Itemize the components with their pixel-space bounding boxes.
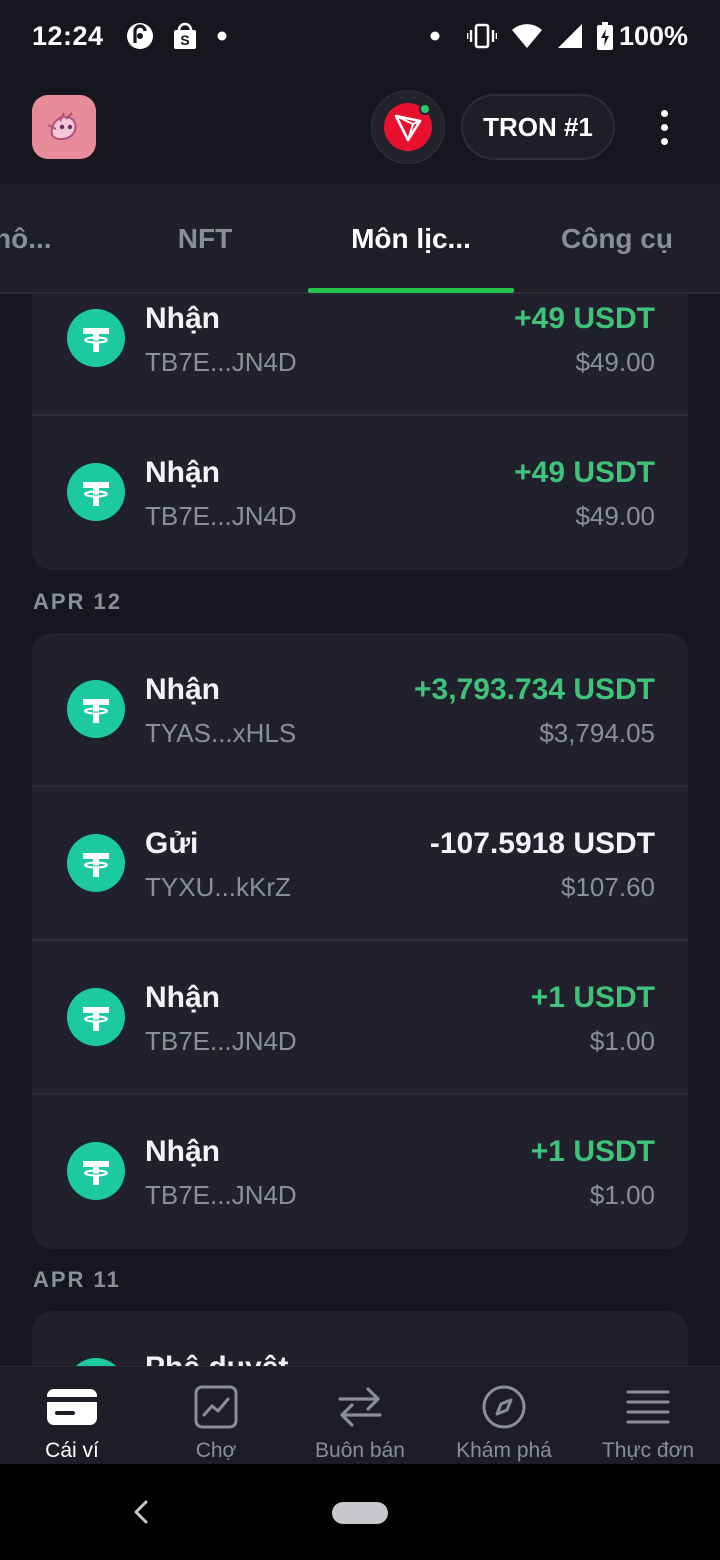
transaction-row[interactable]: Nhận TB7E...JN4D +1 USDT $1.00	[32, 941, 688, 1095]
transaction-address: TB7E...JN4D	[145, 1026, 297, 1056]
transaction-amount: +49 USDT	[514, 456, 655, 489]
transaction-address: TB7E...JN4D	[145, 1180, 297, 1210]
nav-label: Chợ	[195, 1439, 237, 1462]
tab-history[interactable]: Môn lịc...	[308, 184, 514, 294]
transaction-row[interactable]: Nhận TB7E...JN4D +1 USDT $1.00	[32, 1095, 688, 1249]
transaction-type: Phê duyệt	[145, 1351, 288, 1366]
transaction-amount: +1 USDT	[530, 1135, 655, 1168]
swap-arrows-icon	[336, 1385, 384, 1429]
battery-level: 100%	[618, 20, 688, 51]
wallet-tabs: hô... NFT Môn lịc... Công cụ	[0, 184, 720, 294]
nav-label: Thực đơn	[601, 1439, 695, 1462]
signal-icon	[557, 23, 583, 49]
transaction-amount: +1 USDT	[530, 981, 655, 1014]
transaction-fiat-value: $1.00	[589, 1026, 655, 1056]
connected-status-dot	[419, 103, 431, 115]
date-header: APR 12	[33, 589, 123, 614]
tether-usdt-icon	[67, 988, 125, 1046]
date-header: APR 11	[33, 1267, 121, 1292]
nav-label: Buôn bán	[315, 1439, 405, 1462]
app-header: TRON #1	[0, 82, 720, 174]
home-pill-icon[interactable]	[332, 1502, 388, 1524]
transaction-type: Gửi	[145, 827, 199, 860]
nav-trade[interactable]: Buôn bán	[288, 1367, 432, 1465]
transaction-group-card: Phê duyệt	[32, 1311, 688, 1366]
transaction-row[interactable]: Nhận TYAS...xHLS +3,793.734 USDT $3,794.…	[32, 633, 688, 787]
tab-tokens[interactable]: hô...	[0, 184, 64, 294]
bottom-navigation: Cái ví Chợ Buôn bán Khám phá Thực đơn	[0, 1366, 720, 1464]
nav-label: Khám phá	[456, 1439, 552, 1462]
transaction-type: Nhận	[145, 1135, 220, 1168]
transaction-fiat-value: $49.00	[575, 501, 655, 531]
status-bar: 12:24 S 4 100%	[0, 0, 720, 72]
tether-usdt-icon	[67, 309, 125, 367]
transaction-fiat-value: $1.00	[589, 1180, 655, 1210]
shopping-bag-icon: S	[172, 22, 198, 50]
nav-market[interactable]: Chợ	[144, 1367, 288, 1465]
more-vertical-icon[interactable]	[648, 102, 680, 152]
transaction-fiat-value: $107.60	[561, 872, 655, 902]
back-chevron-icon[interactable]	[126, 1494, 156, 1530]
transaction-address: TYAS...xHLS	[145, 718, 297, 748]
status-time: 12:24	[32, 20, 104, 51]
account-avatar-icon[interactable]	[32, 95, 96, 159]
tether-usdt-icon	[67, 834, 125, 892]
transaction-address: TYXU...kKrZ	[145, 872, 291, 902]
transaction-type: Nhận	[145, 456, 220, 489]
transaction-amount: -107.5918 USDT	[429, 827, 655, 860]
tether-usdt-icon	[67, 1142, 125, 1200]
market-chart-icon	[194, 1385, 238, 1429]
battery-charging-icon	[596, 22, 613, 50]
transaction-type: Nhận	[145, 302, 220, 335]
system-navigation-bar	[0, 1464, 720, 1560]
account-selector-button[interactable]: TRON #1	[461, 94, 615, 160]
transaction-fiat-value: $3,794.05	[539, 718, 655, 748]
nav-menu[interactable]: Thực đơn	[576, 1367, 720, 1465]
tether-usdt-icon	[67, 1358, 125, 1366]
tab-tools[interactable]: Công cụ	[520, 184, 714, 294]
svg-text:S: S	[180, 32, 189, 48]
wallet-screen: 12:24 S 4 100% TRON #1 hô... NFT Môn lịc…	[0, 0, 720, 1560]
notification-dot-icon	[216, 30, 228, 42]
transaction-amount: +49 USDT	[514, 302, 655, 335]
network-selector-button[interactable]	[371, 90, 445, 164]
tab-nft[interactable]: NFT	[110, 184, 300, 294]
transaction-address: TB7E...JN4D	[145, 347, 297, 377]
transaction-group-card: Nhận TYAS...xHLS +3,793.734 USDT $3,794.…	[32, 633, 688, 1249]
dot-icon	[429, 30, 441, 42]
wallet-icon	[46, 1385, 98, 1429]
transaction-row[interactable]: Nhận TB7E...JN4D +49 USDT $49.00	[32, 294, 688, 416]
transaction-type: Nhận	[145, 673, 220, 706]
transaction-address: TB7E...JN4D	[145, 501, 297, 531]
menu-icon	[626, 1385, 670, 1429]
svg-text:4: 4	[533, 37, 539, 48]
nav-discover[interactable]: Khám phá	[432, 1367, 576, 1465]
tether-usdt-icon	[67, 463, 125, 521]
transaction-group-card: Nhận TB7E...JN4D +49 USDT $49.00 Nhận TB…	[32, 294, 688, 570]
transaction-history-list[interactable]: Nhận TB7E...JN4D +49 USDT $49.00 Nhận TB…	[0, 294, 720, 1366]
pocket-casts-icon	[126, 22, 154, 50]
transaction-row[interactable]: Phê duyệt	[32, 1311, 688, 1366]
transaction-row[interactable]: Nhận TB7E...JN4D +49 USDT $49.00	[32, 416, 688, 570]
nav-wallet[interactable]: Cái ví	[0, 1367, 144, 1465]
tether-usdt-icon	[67, 680, 125, 738]
transaction-type: Nhận	[145, 981, 220, 1014]
transaction-row[interactable]: Gửi TYXU...kKrZ -107.5918 USDT $107.60	[32, 787, 688, 941]
compass-icon	[481, 1385, 527, 1429]
nav-label: Cái ví	[45, 1439, 99, 1462]
transaction-amount: +3,793.734 USDT	[414, 673, 655, 706]
wifi-icon: 4	[511, 23, 543, 49]
vibrate-icon	[466, 23, 497, 49]
transaction-fiat-value: $49.00	[575, 347, 655, 377]
active-tab-indicator	[308, 288, 514, 293]
